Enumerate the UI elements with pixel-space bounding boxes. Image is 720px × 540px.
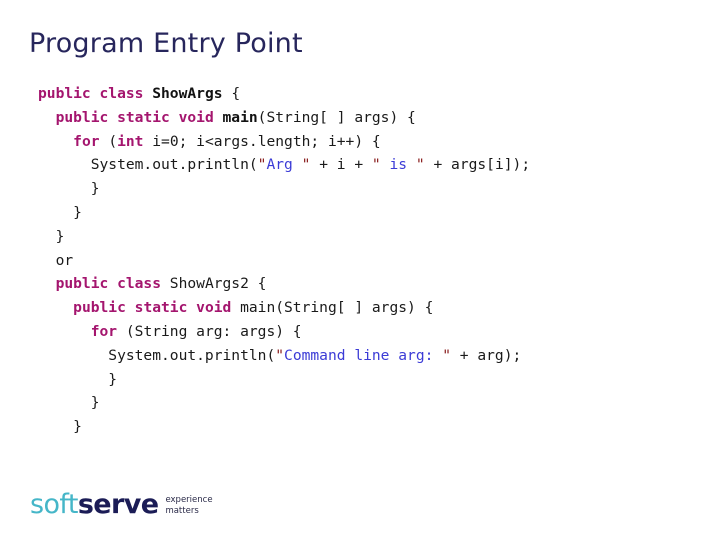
- code-token-plain: i=0; i<args.length; i++) {: [143, 132, 381, 150]
- code-token-id: main: [222, 108, 258, 126]
- code-token-kw: public class: [38, 85, 153, 102]
- code-token-plain: }: [38, 394, 100, 412]
- code-token-kw: public static void: [55, 108, 223, 126]
- code-token-kw: public static void: [73, 299, 241, 317]
- code-line: }: [38, 368, 698, 392]
- code-token-str: Command line arg:: [284, 346, 443, 364]
- code-token-plain: main(String[ ] args) {: [240, 299, 434, 317]
- code-token-plain: {: [222, 85, 241, 102]
- code-token-plain: + args[i]);: [424, 156, 531, 174]
- code-line: public class ShowArgs {: [38, 82, 698, 106]
- logo-word-soft: soft: [30, 489, 78, 520]
- code-token-kw: public class: [38, 275, 170, 293]
- softserve-logo: soft serve experience matters: [30, 484, 213, 518]
- logo-tagline-line1: experience: [165, 495, 213, 505]
- code-token-plain: (String arg: args) {: [125, 322, 302, 340]
- code-token-kw: for: [73, 132, 109, 150]
- logo-tagline: experience matters: [165, 495, 212, 516]
- code-line: }: [38, 201, 698, 225]
- code-line: System.out.println("Arg " + i + " is " +…: [38, 153, 698, 177]
- code-token-id: ShowArgs: [152, 85, 223, 102]
- code-token-str: is: [380, 156, 416, 174]
- code-token-plain: + i +: [310, 156, 372, 174]
- code-token-plain: + arg);: [450, 346, 522, 364]
- code-token-quote: ": [275, 346, 285, 364]
- code-line: System.out.println("Command line arg: " …: [38, 344, 698, 368]
- code-line: for (int i=0; i<args.length; i++) {: [38, 130, 698, 154]
- code-line: or: [38, 249, 698, 273]
- code-line: public static void main(String[ ] args) …: [38, 106, 698, 130]
- code-token-plain: }: [38, 370, 118, 388]
- code-token-kw: int: [117, 132, 144, 150]
- code-line: public static void main(String[ ] args) …: [38, 296, 698, 320]
- code-token-plain: }: [38, 227, 65, 245]
- code-token-plain: (String[ ] args) {: [257, 108, 416, 126]
- code-line: public class ShowArgs2 {: [38, 272, 698, 296]
- code-line: }: [38, 391, 698, 415]
- code-token-kw: for: [90, 322, 126, 340]
- logo-tagline-line2: matters: [165, 505, 199, 516]
- code-token-plain: System.out.println(: [38, 346, 276, 364]
- code-token-plain: }: [38, 203, 82, 221]
- code-token-plain: }: [38, 180, 100, 198]
- code-token-plain: or: [38, 251, 74, 269]
- code-block: public class ShowArgs { public static vo…: [38, 82, 698, 439]
- code-token-plain: System.out.println(: [38, 156, 258, 174]
- code-token-quote: ": [442, 346, 451, 364]
- code-token-str: Arg: [266, 156, 302, 174]
- code-token-plain: ShowArgs2 {: [169, 275, 267, 293]
- code-token-plain: (: [108, 132, 118, 150]
- code-line: }: [38, 177, 698, 201]
- page-title: Program Entry Point: [29, 28, 303, 59]
- code-token-quote: ": [371, 156, 381, 174]
- code-line: }: [38, 415, 698, 439]
- code-line: for (String arg: args) {: [38, 320, 698, 344]
- code-line: }: [38, 225, 698, 249]
- code-token-plain: }: [38, 418, 82, 436]
- logo-word-serve: serve: [77, 489, 159, 520]
- code-token-quote: ": [415, 156, 425, 174]
